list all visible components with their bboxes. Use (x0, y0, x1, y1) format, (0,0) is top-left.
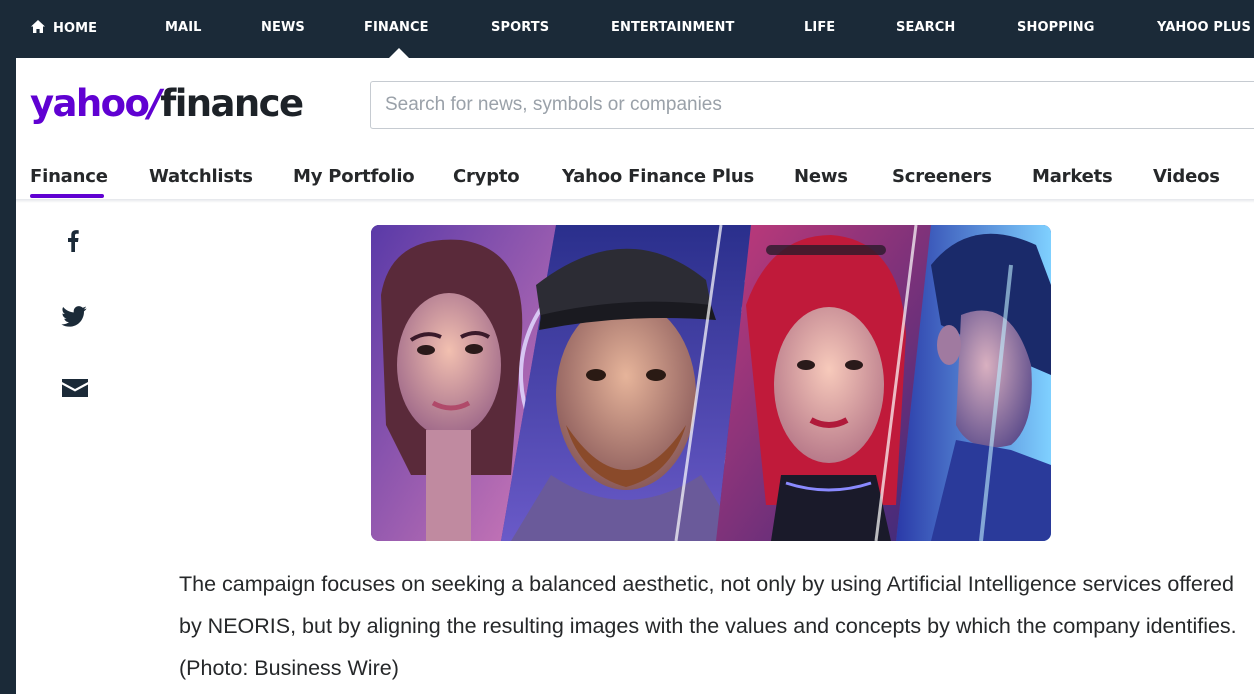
share-email-button[interactable] (62, 379, 88, 397)
ai-portraits-illustration (371, 225, 1051, 541)
subnav-screeners[interactable]: Screeners (892, 166, 992, 187)
subnav-divider (16, 199, 1254, 203)
logo-finance-text: finance (160, 82, 304, 125)
subnav-yahoo-finance-plus[interactable]: Yahoo Finance Plus (562, 166, 754, 187)
share-twitter-button[interactable] (61, 306, 87, 327)
nav-finance-link[interactable]: FINANCE (364, 20, 429, 35)
nav-home-link[interactable]: HOME (31, 20, 97, 36)
active-nav-caret (389, 48, 409, 58)
search-box (370, 81, 1254, 129)
subnav-markets[interactable]: Markets (1032, 166, 1113, 187)
nav-home-label: HOME (53, 21, 98, 36)
subnav-my-portfolio[interactable]: My Portfolio (293, 166, 415, 187)
nav-yahoo-plus-link[interactable]: YAHOO PLUS (1157, 20, 1251, 35)
nav-mail-link[interactable]: MAIL (165, 20, 202, 35)
global-nav: HOME MAIL NEWS FINANCE SPORTS ENTERTAINM… (0, 0, 1254, 58)
yahoo-finance-logo[interactable]: yahoo/finance (30, 82, 304, 125)
page-content: yahoo/finance Finance Watchlists My Port… (16, 58, 1254, 694)
nav-shopping-link[interactable]: SHOPPING (1017, 20, 1095, 35)
nav-search-link[interactable]: SEARCH (896, 20, 955, 35)
logo-yahoo-text: yahoo (30, 82, 150, 125)
subnav-news[interactable]: News (794, 166, 848, 187)
nav-sports-link[interactable]: SPORTS (491, 20, 549, 35)
active-tab-indicator (30, 194, 104, 198)
nav-news-link[interactable]: NEWS (261, 20, 305, 35)
mail-icon (62, 379, 88, 397)
home-icon (31, 20, 45, 33)
twitter-icon (61, 306, 87, 327)
subnav-crypto[interactable]: Crypto (453, 166, 520, 187)
nav-entertainment-link[interactable]: ENTERTAINMENT (611, 20, 734, 35)
subnav-finance[interactable]: Finance (30, 166, 108, 187)
search-input[interactable] (371, 82, 1254, 128)
nav-life-link[interactable]: LIFE (804, 20, 835, 35)
share-facebook-button[interactable] (67, 230, 79, 252)
logo-slash-text: / (148, 82, 162, 125)
article-hero-image (371, 225, 1051, 541)
subnav-watchlists[interactable]: Watchlists (149, 166, 253, 187)
image-caption: The campaign focuses on seeking a balanc… (179, 572, 1237, 680)
subnav-videos[interactable]: Videos (1153, 166, 1220, 187)
facebook-icon (68, 230, 79, 252)
